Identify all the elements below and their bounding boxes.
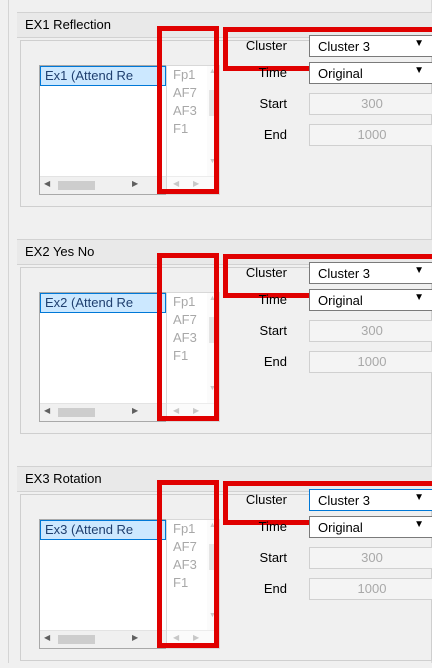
start-label: Start bbox=[259, 550, 287, 565]
scroll-right-icon[interactable]: ▶ bbox=[132, 633, 138, 642]
time-value: Original bbox=[318, 293, 363, 308]
end-field[interactable]: 1000 bbox=[309, 124, 432, 146]
horizontal-scrollbar[interactable]: ◀ ▶ bbox=[40, 630, 166, 648]
panel-title: EX3 Rotation bbox=[25, 471, 102, 486]
highlight-box-channels bbox=[157, 253, 219, 421]
cluster-label: Cluster bbox=[245, 492, 287, 507]
panel-ex2: EX2 Yes No Ex2 (Attend Re ◀ ▶ Fp1 AF7 AF… bbox=[17, 239, 432, 441]
highlight-box-channels bbox=[157, 26, 219, 194]
chevron-down-icon: ▼ bbox=[414, 519, 424, 530]
start-field[interactable]: 300 bbox=[309, 320, 432, 342]
scroll-left-icon[interactable]: ◀ bbox=[44, 406, 50, 415]
scrollbar-thumb[interactable] bbox=[58, 635, 95, 644]
panel-frame: Ex2 (Attend Re ◀ ▶ Fp1 AF7 AF3 F1 ▲ ▼ ◀ … bbox=[20, 253, 432, 434]
cluster-dropdown[interactable]: Cluster 3 ▼ bbox=[309, 489, 432, 511]
highlight-box-channels bbox=[157, 480, 219, 648]
chevron-down-icon: ▼ bbox=[414, 292, 424, 303]
experiment-listbox[interactable]: Ex3 (Attend Re ◀ ▶ bbox=[39, 519, 167, 649]
time-label: Time bbox=[258, 519, 287, 534]
panel-frame: Ex3 (Attend Re ◀ ▶ Fp1 AF7 AF3 F1 ▲ ▼ ◀ … bbox=[20, 480, 432, 661]
start-label: Start bbox=[259, 96, 287, 111]
scrollbar-thumb[interactable] bbox=[58, 408, 95, 417]
left-border bbox=[8, 0, 9, 663]
panel-title: EX2 Yes No bbox=[25, 244, 95, 259]
cluster-value: Cluster 3 bbox=[318, 39, 371, 54]
cluster-dropdown[interactable]: Cluster 3 ▼ bbox=[309, 35, 432, 57]
cluster-value: Cluster 3 bbox=[318, 493, 371, 508]
end-field[interactable]: 1000 bbox=[309, 578, 432, 600]
time-value: Original bbox=[318, 66, 363, 81]
end-label: End bbox=[263, 354, 287, 369]
end-label: End bbox=[263, 127, 287, 142]
time-dropdown[interactable]: Original ▼ bbox=[309, 289, 432, 311]
panel-title: EX1 Reflection bbox=[25, 17, 111, 32]
end-field[interactable]: 1000 bbox=[309, 351, 432, 373]
time-dropdown[interactable]: Original ▼ bbox=[309, 516, 432, 538]
end-label: End bbox=[263, 581, 287, 596]
cluster-dropdown[interactable]: Cluster 3 ▼ bbox=[309, 262, 432, 284]
start-field[interactable]: 300 bbox=[309, 547, 432, 569]
experiment-listbox[interactable]: Ex1 (Attend Re ◀ ▶ bbox=[39, 65, 167, 195]
horizontal-scrollbar[interactable]: ◀ ▶ bbox=[40, 403, 166, 421]
chevron-down-icon: ▼ bbox=[414, 38, 424, 49]
scroll-right-icon[interactable]: ▶ bbox=[132, 179, 138, 188]
cluster-label: Cluster bbox=[245, 265, 287, 280]
time-dropdown[interactable]: Original ▼ bbox=[309, 62, 432, 84]
horizontal-scrollbar[interactable]: ◀ ▶ bbox=[40, 176, 166, 194]
experiment-listbox[interactable]: Ex2 (Attend Re ◀ ▶ bbox=[39, 292, 167, 422]
list-item-selected[interactable]: Ex1 (Attend Re bbox=[40, 66, 166, 86]
cluster-value: Cluster 3 bbox=[318, 266, 371, 281]
scroll-left-icon[interactable]: ◀ bbox=[44, 179, 50, 188]
panel-ex3: EX3 Rotation Ex3 (Attend Re ◀ ▶ Fp1 AF7 … bbox=[17, 466, 432, 668]
list-item-selected[interactable]: Ex3 (Attend Re bbox=[40, 520, 166, 540]
start-field[interactable]: 300 bbox=[309, 93, 432, 115]
list-item-selected[interactable]: Ex2 (Attend Re bbox=[40, 293, 166, 313]
chevron-down-icon: ▼ bbox=[414, 265, 424, 276]
panel-frame: Ex1 (Attend Re ◀ ▶ Fp1 AF7 AF3 F1 ▲ ▼ ◀ … bbox=[20, 26, 432, 207]
time-label: Time bbox=[258, 65, 287, 80]
panel-ex1: EX1 Reflection Ex1 (Attend Re ◀ ▶ Fp1 AF… bbox=[17, 12, 432, 214]
chevron-down-icon: ▼ bbox=[414, 492, 424, 503]
cluster-label: Cluster bbox=[245, 38, 287, 53]
start-label: Start bbox=[259, 323, 287, 338]
scrollbar-thumb[interactable] bbox=[58, 181, 95, 190]
chevron-down-icon: ▼ bbox=[414, 65, 424, 76]
time-value: Original bbox=[318, 520, 363, 535]
scroll-right-icon[interactable]: ▶ bbox=[132, 406, 138, 415]
time-label: Time bbox=[258, 292, 287, 307]
scroll-left-icon[interactable]: ◀ bbox=[44, 633, 50, 642]
